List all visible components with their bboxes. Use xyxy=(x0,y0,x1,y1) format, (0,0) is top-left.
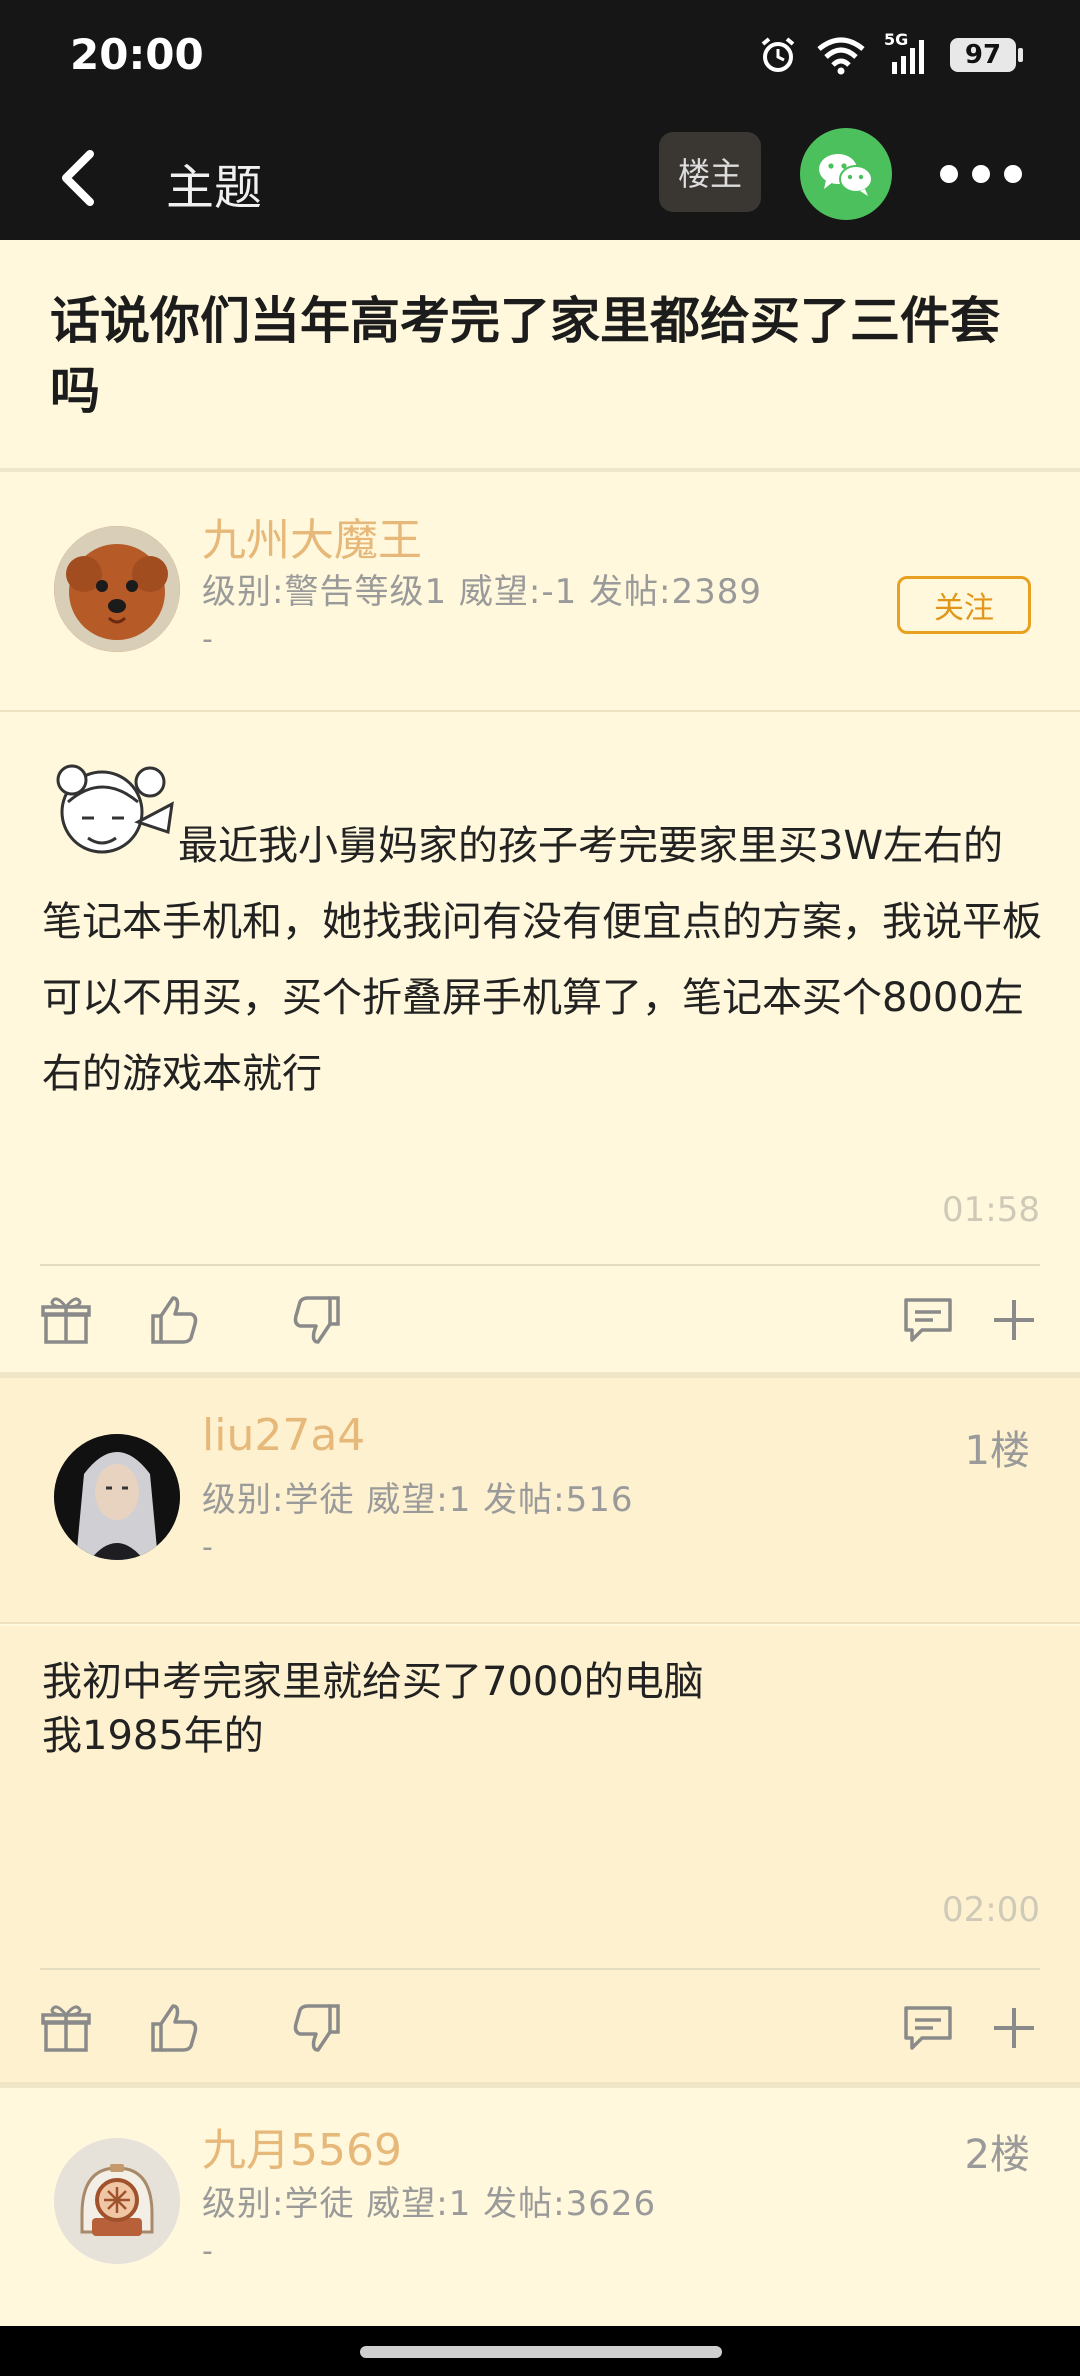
divider xyxy=(40,1968,1040,1970)
status-bar: 20:00 5G 97 xyxy=(0,0,1080,118)
op-post: 最近我小舅妈家的孩子考完要家里买3W左右的笔记本手机和，她找我问有没有便宜点的方… xyxy=(0,712,1080,1372)
alarm-icon xyxy=(761,37,795,72)
wechat-icon xyxy=(819,154,873,196)
reply-author-card: 九月5569 级别:学徒 威望:1 发帖:3626 - 2楼 xyxy=(0,2088,1080,2326)
page-title: 主题 xyxy=(166,160,263,216)
screen: 20:00 5G 97 主题 楼主 话说你们当年高考完了家里都给买了三件套吗 九… xyxy=(0,0,1080,2376)
avatar[interactable] xyxy=(54,2138,180,2264)
plus-icon[interactable] xyxy=(986,1292,1042,1348)
user-info: 级别:学徒 威望:1 发帖:516 xyxy=(202,1480,634,1520)
post-body-line: 我1985年的 xyxy=(42,1713,264,1759)
reply-author-card: liu27a4 级别:学徒 威望:1 发帖:516 - 1楼 xyxy=(0,1378,1080,1624)
avatar[interactable] xyxy=(54,526,180,652)
username[interactable]: 九月5569 xyxy=(202,2114,402,2178)
post-time: 01:58 xyxy=(942,1190,1040,1230)
thumbs-up-icon[interactable] xyxy=(145,1292,201,1348)
home-bar[interactable] xyxy=(360,2346,722,2358)
op-author-card: 九州大魔王 级别:警告等级1 威望:-1 发帖:2389 - 关注 xyxy=(0,476,1080,712)
username[interactable]: 九州大魔王 xyxy=(202,504,422,568)
more-dot-icon xyxy=(940,165,958,183)
signal-icon: 5G xyxy=(884,30,932,76)
user-info: 级别:警告等级1 威望:-1 发帖:2389 xyxy=(202,572,763,612)
thumbs-down-icon[interactable] xyxy=(290,1292,346,1348)
more-options-button[interactable] xyxy=(940,154,1030,194)
floor-number: 2楼 xyxy=(964,2132,1030,2178)
more-dot-icon xyxy=(972,165,990,183)
comment-icon[interactable] xyxy=(900,1292,956,1348)
reply-post: 我初中考完家里就给买了7000的电脑 我1985年的 02:00 xyxy=(0,1626,1080,2082)
home-indicator xyxy=(0,2326,1080,2376)
status-icons: 5G 97 xyxy=(758,30,1023,76)
post-body: 最近我小舅妈家的孩子考完要家里买3W左右的笔记本手机和，她找我问有没有便宜点的方… xyxy=(42,823,1042,1097)
post-actions xyxy=(0,1974,1080,2074)
gift-icon[interactable] xyxy=(38,2000,94,2056)
wechat-share-button[interactable] xyxy=(800,128,892,220)
wifi-icon xyxy=(817,37,865,75)
user-info: 级别:学徒 威望:1 发帖:3626 xyxy=(202,2184,657,2224)
back-button[interactable] xyxy=(50,146,110,210)
owner-only-button[interactable]: 楼主 xyxy=(659,132,761,212)
post-time: 02:00 xyxy=(942,1890,1040,1930)
floor-number: 1楼 xyxy=(964,1428,1030,1474)
battery-indicator: 97 xyxy=(950,38,1023,72)
thumbs-down-icon[interactable] xyxy=(290,2000,346,2056)
nav-bar: 主题 楼主 xyxy=(0,118,1080,240)
user-signature: - xyxy=(202,2234,213,2269)
comment-icon[interactable] xyxy=(900,2000,956,2056)
follow-button[interactable]: 关注 xyxy=(897,576,1031,634)
plus-icon[interactable] xyxy=(986,2000,1042,2056)
gift-icon[interactable] xyxy=(38,1292,94,1348)
username[interactable]: liu27a4 xyxy=(202,1410,365,1461)
thumbs-up-icon[interactable] xyxy=(145,2000,201,2056)
user-signature: - xyxy=(202,622,213,657)
user-signature: - xyxy=(202,1530,213,1565)
thread-title: 话说你们当年高考完了家里都给买了三件套吗 xyxy=(0,240,1080,472)
more-dot-icon xyxy=(1004,165,1022,183)
status-time: 20:00 xyxy=(70,30,204,79)
chevron-left-icon xyxy=(62,150,94,206)
post-actions xyxy=(0,1266,1080,1366)
avatar[interactable] xyxy=(54,1434,180,1560)
